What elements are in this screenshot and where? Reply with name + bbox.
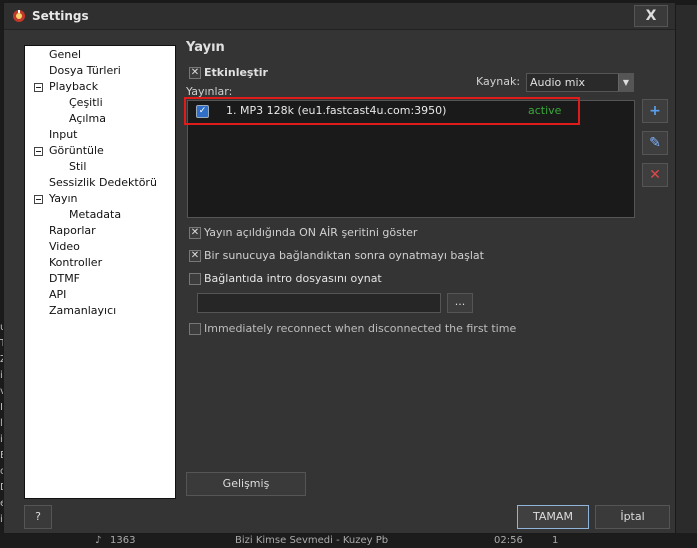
chevron-down-icon: ▼ (618, 74, 633, 91)
plus-icon: + (649, 103, 661, 119)
source-select[interactable]: Audio mix ▼ (526, 73, 634, 92)
tree-item-label: Görüntüle (49, 144, 104, 157)
tree-item[interactable]: Genel (25, 47, 175, 63)
option-reconnect-checkbox[interactable] (189, 323, 201, 335)
bg-track-title: Bizi Kimse Sevmedi - Kuzey Pb (235, 535, 389, 546)
close-icon: X (645, 8, 657, 24)
music-note-icon: ♪ (95, 535, 102, 546)
tree-item[interactable]: Playback (25, 79, 175, 95)
delete-icon: ✕ (649, 167, 661, 183)
edit-icon: ✎ (649, 135, 661, 151)
tree-item[interactable]: Görüntüle (25, 143, 175, 159)
tree-item[interactable]: Metadata (25, 207, 175, 223)
panel-title: Yayın (186, 40, 225, 55)
source-value: Audio mix (530, 76, 586, 89)
tree-item-label: Yayın (49, 192, 78, 205)
option-onair-label: Yayın açıldığında ON AİR şeritini göster (204, 226, 418, 239)
tree-item[interactable]: Çeşitli (25, 95, 175, 111)
option-intro-label: Bağlantıda intro dosyasını oynat (204, 272, 382, 285)
tree-item-label: Stil (69, 160, 87, 173)
tree-item[interactable]: Zamanlayıcı (25, 303, 175, 319)
tree-item-label: Input (49, 128, 78, 141)
tree-item[interactable]: Raporlar (25, 223, 175, 239)
highlight-box (184, 97, 580, 125)
tree-item[interactable]: DTMF (25, 271, 175, 287)
tree-item[interactable]: Yayın (25, 191, 175, 207)
tree-item[interactable]: API (25, 287, 175, 303)
intro-file-input[interactable] (197, 293, 441, 313)
enable-checkbox[interactable]: ✕ (189, 67, 201, 79)
tree-item-label: Playback (49, 80, 99, 93)
collapse-toggle-icon[interactable] (34, 83, 43, 92)
option-autoplay-label: Bir sunucuya bağlandıktan sonra oynatmay… (204, 249, 484, 262)
tree-item-label: Metadata (69, 208, 122, 221)
tree-item-label: Video (49, 240, 80, 253)
background-playlist-row: ♪ 1363 Bizi Kimse Sevmedi - Kuzey Pb 02:… (0, 533, 697, 548)
tree-item-label: Raporlar (49, 224, 96, 237)
tree-item[interactable]: Video (25, 239, 175, 255)
tree-item-label: API (49, 288, 67, 301)
tree-item-label: Çeşitli (69, 96, 103, 109)
option-reconnect-label: Immediately reconnect when disconnected … (204, 322, 517, 335)
bg-track-number: 1363 (110, 535, 136, 546)
option-intro-checkbox[interactable] (189, 273, 201, 285)
window-title: Settings (32, 9, 89, 23)
title-bar: Settings X (4, 3, 675, 30)
bg-track-time: 02:56 (494, 535, 523, 546)
tree-item[interactable]: Sessizlik Dedektörü (25, 175, 175, 191)
source-label: Kaynak: (476, 75, 521, 88)
app-icon (13, 10, 25, 22)
help-button[interactable]: ? (24, 505, 52, 529)
settings-window: Settings X Genel Dosya Türleri Playback Çeş… (3, 2, 676, 534)
browse-button[interactable]: ... (447, 293, 473, 313)
tree-item-label: Dosya Türleri (49, 64, 121, 77)
enable-label: Etkinleştir (204, 66, 268, 79)
tree-item[interactable]: Dosya Türleri (25, 63, 175, 79)
tree-item-label: DTMF (49, 272, 81, 285)
option-autoplay-checkbox[interactable]: ✕ (189, 250, 201, 262)
settings-tree[interactable]: Genel Dosya Türleri Playback Çeşitli Açılma I… (24, 45, 176, 499)
collapse-toggle-icon[interactable] (34, 195, 43, 204)
tree-item[interactable]: Açılma (25, 111, 175, 127)
tree-item-label: Açılma (69, 112, 106, 125)
edit-stream-button[interactable]: ✎ (642, 131, 668, 155)
advanced-button[interactable]: Gelişmiş (186, 472, 306, 496)
remove-stream-button[interactable]: ✕ (642, 163, 668, 187)
tree-item[interactable]: Kontroller (25, 255, 175, 271)
add-stream-button[interactable]: + (642, 99, 668, 123)
tree-item-label: Kontroller (49, 256, 103, 269)
cancel-button[interactable]: İptal (595, 505, 670, 529)
tree-item-label: Sessizlik Dedektörü (49, 176, 157, 189)
tree-item[interactable]: Stil (25, 159, 175, 175)
close-button[interactable]: X (634, 5, 668, 27)
tree-item[interactable]: Input (25, 127, 175, 143)
bg-track-count: 1 (552, 535, 559, 546)
ok-button[interactable]: TAMAM (517, 505, 589, 529)
tree-item-label: Genel (49, 48, 82, 61)
tree-item-label: Zamanlayıcı (49, 304, 117, 317)
option-onair-checkbox[interactable]: ✕ (189, 227, 201, 239)
collapse-toggle-icon[interactable] (34, 147, 43, 156)
